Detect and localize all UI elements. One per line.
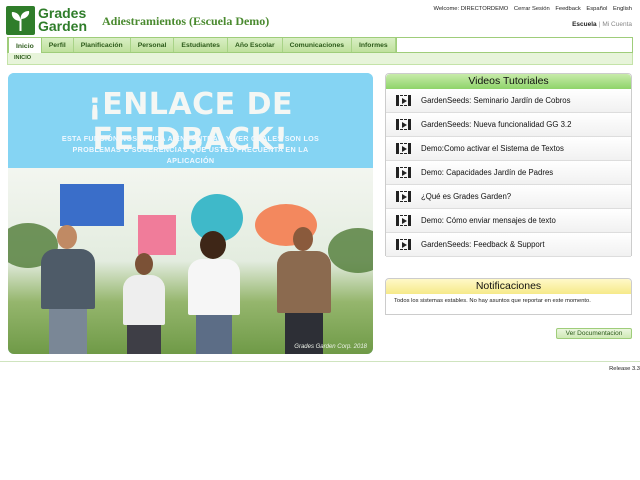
film-play-icon [396, 239, 411, 250]
video-label: Demo: Cómo enviar mensajes de texto [421, 216, 556, 225]
video-label: GardenSeeds: Seminario Jardín de Cobros [421, 96, 571, 105]
banner-photo: Grades Garden Corp. 2018 [8, 168, 373, 354]
notification-message: Todos los sistemas estables. No hay asun… [394, 298, 591, 304]
tab-perfil[interactable]: Perfil [42, 38, 74, 52]
videos-panel-title: Videos Tutoriales [386, 74, 631, 89]
person-2 [113, 253, 173, 354]
sprout-logo-icon [6, 6, 35, 35]
video-label: Demo: Capacidades Jardín de Padres [421, 168, 554, 177]
subnav-item-inicio[interactable]: INICIO [14, 55, 31, 61]
speech-bubble-pink-icon [138, 215, 176, 255]
tab-comunicaciones[interactable]: Comunicaciones [283, 38, 352, 52]
account-separator: | [598, 21, 601, 28]
organization-title: Adiestramientos (Escuela Demo) [102, 14, 270, 28]
video-item[interactable]: Demo: Capacidades Jardín de Padres [386, 161, 631, 185]
school-link[interactable]: Escuela [572, 21, 597, 28]
tab-estudiantes[interactable]: Estudiantes [174, 38, 228, 52]
tab-inicio[interactable]: Inicio [8, 37, 42, 54]
person-1-body [41, 249, 95, 309]
account-links: Escuela | Mi Cuenta [572, 21, 632, 28]
footer-divider [0, 361, 640, 362]
person-3-body [188, 259, 240, 315]
video-item[interactable]: Demo: Cómo enviar mensajes de texto [386, 209, 631, 233]
film-play-icon [396, 143, 411, 154]
person-2-head [135, 253, 153, 275]
release-version: Release 3.3 [609, 366, 640, 372]
banner-watermark: Grades Garden Corp. 2018 [294, 344, 367, 350]
feedback-link[interactable]: Feedback [555, 6, 580, 12]
film-play-icon [396, 167, 411, 178]
logo-wordmark: Grades Garden [38, 6, 88, 34]
film-play-icon [396, 119, 411, 130]
banner-subtitle: ESTA FUNCIÓN NOS AYUDA A ENCONTRAR Y VER… [61, 134, 320, 165]
video-item[interactable]: GardenSeeds: Nueva funcionalidad GG 3.2 [386, 113, 631, 137]
tab-ano-escolar[interactable]: Año Escolar [228, 38, 283, 52]
film-play-icon [396, 95, 411, 106]
person-1 [33, 223, 103, 354]
tab-informes[interactable]: Informes [352, 38, 396, 52]
tab-planificacion[interactable]: Planificación [74, 38, 131, 52]
subnav: INICIO [7, 53, 633, 65]
welcome-user: Welcome: DIRECTORDEMO [433, 6, 509, 12]
film-play-icon [396, 191, 411, 202]
video-item[interactable]: GardenSeeds: Seminario Jardín de Cobros [386, 89, 631, 113]
video-label: ¿Qué es Grades Garden? [421, 192, 512, 201]
film-play-icon [396, 215, 411, 226]
feedback-banner[interactable]: ¡ENLACE DE FEEDBACK! ESTA FUNCIÓN NOS AY… [8, 73, 373, 354]
person-4-head [293, 227, 313, 251]
my-account-link[interactable]: Mi Cuenta [602, 21, 632, 28]
tab-personal[interactable]: Personal [131, 38, 175, 52]
main-nav: Inicio Perfil Planificación Personal Est… [7, 37, 633, 54]
person-2-legs [127, 325, 161, 354]
speech-bubble-blue-icon [60, 184, 124, 226]
lang-en-link[interactable]: English [613, 6, 632, 12]
person-4-body [277, 251, 331, 313]
lang-es-link[interactable]: Español [586, 6, 607, 12]
notifications-panel: Notificaciones Todos los sistemas establ… [385, 278, 632, 315]
video-label: GardenSeeds: Nueva funcionalidad GG 3.2 [421, 120, 572, 129]
video-label: GardenSeeds: Feedback & Support [421, 240, 545, 249]
person-3-head [200, 231, 226, 259]
person-3-legs [196, 315, 232, 354]
person-2-body [123, 275, 165, 325]
video-item[interactable]: ¿Qué es Grades Garden? [386, 185, 631, 209]
person-1-legs [49, 309, 87, 354]
logout-link[interactable]: Cerrar Sesión [514, 6, 550, 12]
person-4 [263, 223, 343, 354]
person-1-head [57, 225, 77, 249]
video-item[interactable]: GardenSeeds: Feedback & Support [386, 233, 631, 257]
view-documentation-button[interactable]: Ver Documentacion [556, 328, 632, 339]
video-item[interactable]: Demo:Como activar el Sistema de Textos [386, 137, 631, 161]
videos-panel: Videos Tutoriales GardenSeeds: Seminario… [385, 73, 632, 257]
grades-garden-logo[interactable]: Grades Garden [6, 6, 94, 36]
nav-spacer [395, 38, 632, 52]
top-links: Welcome: DIRECTORDEMO Cerrar Sesión Feed… [433, 6, 632, 12]
video-label: Demo:Como activar el Sistema de Textos [421, 144, 564, 153]
person-3 [178, 223, 248, 354]
logo-line-2: Garden [38, 18, 88, 34]
notifications-panel-title: Notificaciones [386, 279, 631, 294]
